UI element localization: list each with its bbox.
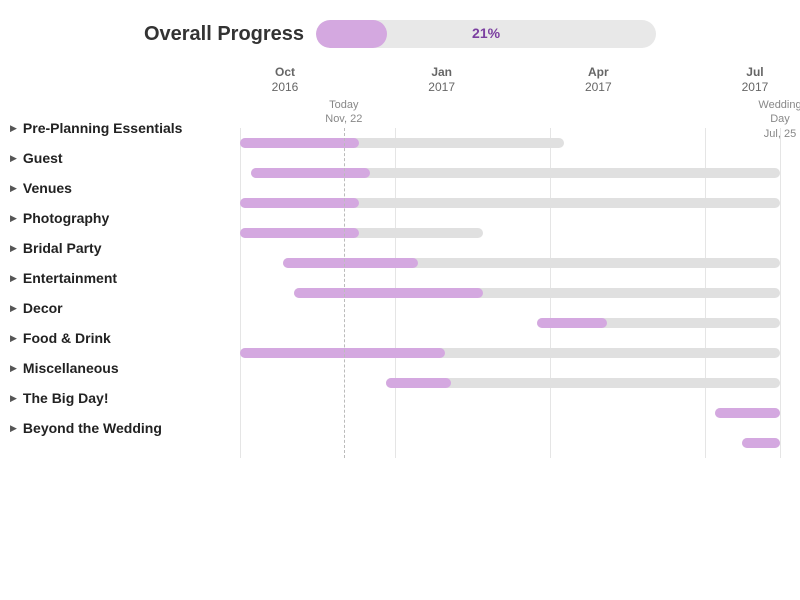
expand-icon: ▶ [10, 183, 17, 194]
expand-icon: ▶ [10, 123, 17, 134]
sidebar-item-label: Beyond the Wedding [23, 420, 162, 436]
expand-icon: ▶ [10, 243, 17, 254]
bar-fill [294, 288, 483, 298]
timeline-month: Jul2017 [710, 65, 800, 94]
today-marker: TodayNov, 22 [325, 98, 362, 127]
markers-row: TodayNov, 22Wedding DayJul, 25 [240, 98, 800, 128]
main-container: Overall Progress 21% ▶ Pre-Planning Esse… [0, 0, 800, 600]
bar-fill [240, 138, 359, 148]
gantt-row [240, 308, 800, 338]
timeline-month: Oct2016 [240, 65, 330, 94]
sidebar-item-label: Venues [23, 180, 72, 196]
progress-percent: 21% [472, 25, 500, 41]
gantt-rows [240, 128, 800, 458]
sidebar-item[interactable]: ▶ Food & Drink [10, 323, 240, 353]
bar-fill [386, 378, 451, 388]
gantt-row [240, 128, 800, 158]
sidebar-item-label: Guest [23, 150, 63, 166]
progress-bar-outer: 21% [316, 20, 656, 48]
sidebar-item[interactable]: ▶ Venues [10, 173, 240, 203]
gantt-row [240, 278, 800, 308]
timeline-month: Apr2017 [553, 65, 643, 94]
sidebar-item-label: Entertainment [23, 270, 117, 286]
bar-fill [240, 198, 359, 208]
bar-fill [240, 348, 445, 358]
sidebar-item-label: Pre-Planning Essentials [23, 120, 183, 136]
sidebar-item-label: Bridal Party [23, 240, 102, 256]
bar-fill [715, 408, 780, 418]
progress-label: Overall Progress [144, 23, 304, 46]
sidebar-item-label: Miscellaneous [23, 360, 119, 376]
sidebar-item-label: Photography [23, 210, 109, 226]
expand-icon: ▶ [10, 273, 17, 284]
gantt-row [240, 218, 800, 248]
sidebar-item[interactable]: ▶ Beyond the Wedding [10, 413, 240, 443]
gantt-row [240, 398, 800, 428]
sidebar-item[interactable]: ▶ Entertainment [10, 263, 240, 293]
progress-section: Overall Progress 21% [0, 0, 800, 58]
bar-fill [251, 168, 370, 178]
timeline-header: Oct2016 Jan2017 Apr2017 Jul2017 [240, 58, 800, 98]
main-area: ▶ Pre-Planning Essentials▶ Guest▶ Venues… [0, 58, 800, 458]
gantt-area: Oct2016 Jan2017 Apr2017 Jul2017 TodayNov, 2… [240, 58, 800, 458]
expand-icon: ▶ [10, 333, 17, 344]
timeline-month: Jan2017 [397, 65, 487, 94]
sidebar: ▶ Pre-Planning Essentials▶ Guest▶ Venues… [10, 58, 240, 458]
expand-icon: ▶ [10, 213, 17, 224]
sidebar-item[interactable]: ▶ Photography [10, 203, 240, 233]
sidebar-item[interactable]: ▶ Pre-Planning Essentials [10, 113, 240, 143]
gantt-row [240, 338, 800, 368]
expand-icon: ▶ [10, 303, 17, 314]
gantt-row [240, 248, 800, 278]
bar-fill [742, 438, 780, 448]
sidebar-item-label: Decor [23, 300, 63, 316]
expand-icon: ▶ [10, 423, 17, 434]
sidebar-item-label: Food & Drink [23, 330, 111, 346]
gantt-row [240, 368, 800, 398]
sidebar-item[interactable]: ▶ The Big Day! [10, 383, 240, 413]
sidebar-item[interactable]: ▶ Bridal Party [10, 233, 240, 263]
expand-icon: ▶ [10, 153, 17, 164]
sidebar-item[interactable]: ▶ Miscellaneous [10, 353, 240, 383]
expand-icon: ▶ [10, 363, 17, 374]
bar-fill [240, 228, 359, 238]
bar-fill [537, 318, 607, 328]
progress-bar-inner [316, 20, 387, 48]
gantt-row [240, 428, 800, 458]
bar-fill [283, 258, 418, 268]
sidebar-item-label: The Big Day! [23, 390, 109, 406]
gantt-row [240, 188, 800, 218]
expand-icon: ▶ [10, 393, 17, 404]
gantt-row [240, 158, 800, 188]
sidebar-items: ▶ Pre-Planning Essentials▶ Guest▶ Venues… [10, 113, 240, 443]
sidebar-item[interactable]: ▶ Decor [10, 293, 240, 323]
sidebar-item[interactable]: ▶ Guest [10, 143, 240, 173]
